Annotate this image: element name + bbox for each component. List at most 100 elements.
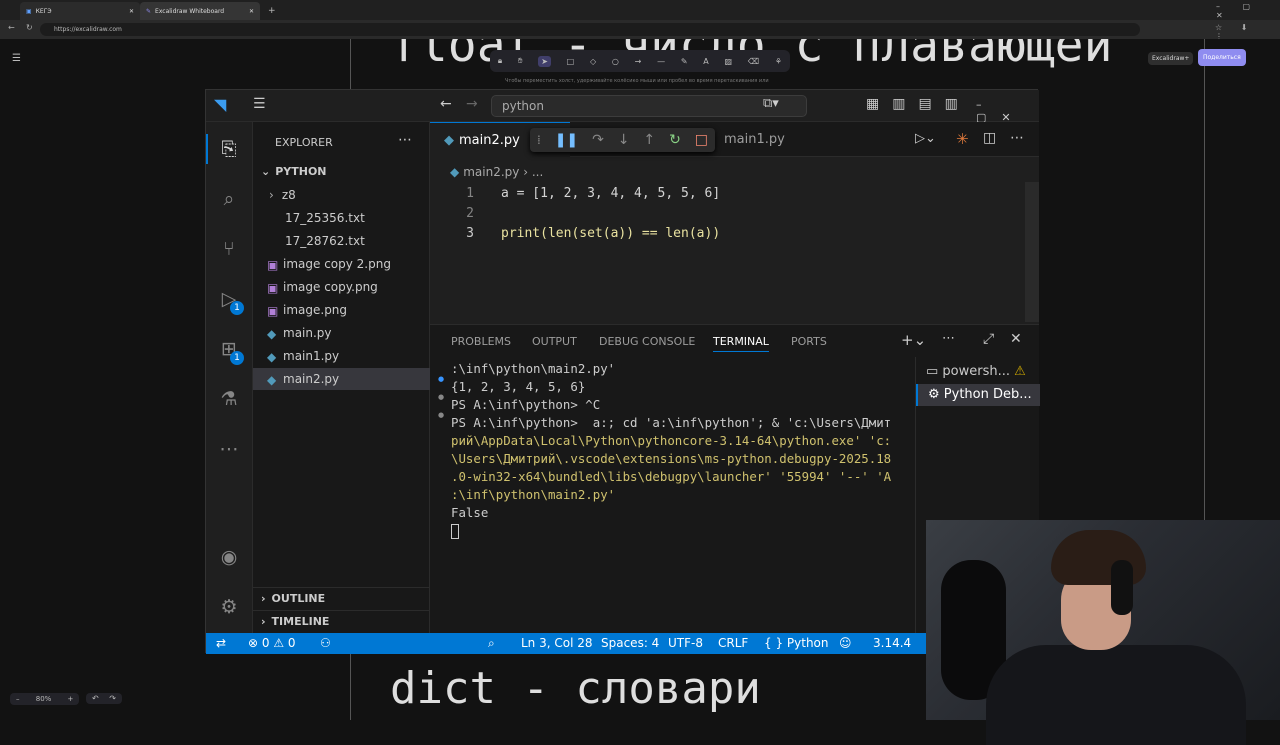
hand-icon[interactable]: ✋︎ — [518, 56, 523, 66]
copilot-spark-icon[interactable]: ✳ — [956, 130, 969, 148]
cursor-position[interactable]: Ln 3, Col 28 — [521, 636, 593, 650]
tab-problems[interactable]: PROBLEMS — [451, 335, 511, 348]
image-icon[interactable]: ▨ — [725, 57, 733, 66]
tree-item-file[interactable]: ▣ image copy 2.png — [253, 253, 430, 275]
pencil-icon[interactable]: ✎ — [681, 57, 688, 66]
tree-item-file[interactable]: ◆ main1.py — [253, 345, 430, 367]
copilot-icon[interactable]: ⧉▾ — [763, 96, 779, 111]
person-body-shape — [986, 645, 1246, 745]
eraser-icon[interactable]: ⌫ — [748, 57, 759, 66]
new-terminal-icon[interactable]: +⌄ — [901, 331, 926, 349]
menu-icon[interactable]: ☰ — [253, 96, 266, 112]
python-version[interactable]: 3.14.4 — [873, 636, 911, 650]
tab-debug-console[interactable]: DEBUG CONSOLE — [599, 335, 695, 348]
stop-icon[interactable]: □ — [695, 132, 708, 148]
breadcrumb-file[interactable]: main2.py — [463, 165, 519, 179]
copilot-status-icon[interactable]: ☺ — [839, 636, 852, 650]
step-out-icon[interactable]: ↑ — [643, 132, 655, 148]
text-icon[interactable]: A — [703, 57, 708, 66]
search-icon[interactable]: ⌕ — [217, 187, 241, 211]
tree-item-file[interactable]: 17_25356.txt — [253, 207, 430, 229]
tree-item-file[interactable]: ◆ main.py — [253, 322, 430, 344]
folder-header[interactable]: ⌄ PYTHON — [253, 161, 430, 183]
outline-section[interactable]: › OUTLINE — [253, 587, 430, 609]
undo-redo-controls[interactable]: ↶ ↷ — [86, 693, 122, 704]
back-icon[interactable]: ← — [8, 23, 15, 32]
new-tab-button[interactable]: + — [262, 2, 282, 20]
url-field[interactable]: https://excalidraw.com — [40, 23, 1140, 36]
tree-item-file[interactable]: ▣ image.png — [253, 299, 430, 321]
drag-handle-icon[interactable]: ⁞ — [537, 133, 541, 147]
debug-status-icon[interactable]: ⚇ — [320, 636, 331, 650]
reload-icon[interactable]: ↻ — [26, 23, 33, 32]
close-tab-icon[interactable]: ✕ — [129, 8, 134, 15]
explorer-icon[interactable]: ⎘ — [217, 137, 241, 161]
explorer-more-icon[interactable]: ⋯ — [398, 132, 412, 148]
back-arrow-icon[interactable]: ← — [440, 96, 452, 112]
timeline-label: TIMELINE — [271, 615, 330, 628]
tree-item-file-selected[interactable]: ◆ main2.py — [253, 368, 430, 390]
command-center-search[interactable]: python — [491, 95, 807, 117]
rectangle-icon[interactable]: □ — [567, 57, 575, 66]
line-icon[interactable]: — — [657, 57, 665, 66]
forward-arrow-icon[interactable]: → — [466, 96, 478, 112]
whiteboard-text-dict[interactable]: dict - словари — [390, 663, 761, 714]
arrow-icon[interactable]: → — [635, 57, 642, 66]
step-into-icon[interactable]: ↓ — [618, 132, 630, 148]
tree-item-file[interactable]: 17_28762.txt — [253, 230, 430, 252]
split-editor-icon[interactable]: ◫ — [983, 130, 996, 146]
close-tab-icon[interactable]: ✕ — [249, 8, 254, 15]
menu-icon[interactable]: ☰ — [12, 53, 21, 64]
encoding[interactable]: UTF-8 — [668, 636, 703, 650]
tab-output[interactable]: OUTPUT — [532, 335, 577, 348]
pause-icon[interactable]: ❚❚ — [555, 132, 578, 148]
zoom-icon[interactable]: ⌕ — [488, 636, 495, 651]
ellipse-icon[interactable]: ○ — [612, 57, 619, 66]
zoom-controls[interactable]: – 80% + — [10, 693, 80, 705]
more-icon[interactable]: ⋯ — [217, 437, 241, 461]
maximize-panel-icon[interactable]: ⤢ — [983, 331, 994, 347]
lock-icon[interactable]: 🔒︎ — [498, 56, 502, 66]
indentation[interactable]: Spaces: 4 — [601, 636, 659, 650]
source-control-icon[interactable]: ⑂ — [217, 237, 241, 261]
terminal-line: \Users\Дмитрий\.vscode\extensions\ms-pyt… — [451, 451, 892, 466]
panel-more-icon[interactable]: ⋯ — [942, 331, 955, 346]
diamond-icon[interactable]: ◇ — [590, 57, 596, 66]
language-mode[interactable]: { } Python — [764, 636, 829, 650]
tab-terminal[interactable]: TERMINAL — [713, 335, 769, 352]
browser-tab-excalidraw[interactable]: ✎ Excalidraw Whiteboard ✕ — [140, 2, 260, 20]
tree-item-folder[interactable]: › z8 — [253, 184, 430, 206]
editor-more-icon[interactable]: ⋯ — [1010, 130, 1024, 146]
line-ending[interactable]: CRLF — [718, 636, 748, 650]
step-over-icon[interactable]: ↷ — [592, 132, 604, 148]
selection-icon[interactable]: ➤ — [538, 55, 551, 67]
tab-ports[interactable]: PORTS — [791, 335, 827, 348]
browser-tab-kege[interactable]: ▣ КЕГЭ ✕ — [20, 2, 140, 20]
editor-scrollbar[interactable] — [1025, 182, 1039, 322]
window-controls[interactable]: – ▢ ✕ — [1210, 2, 1280, 20]
tab-main1[interactable]: main1.py — [710, 122, 785, 157]
canvas-hint: Чтобы переместить холст, удерживайте кол… — [505, 78, 769, 84]
library-icon[interactable]: ⚘ — [775, 57, 782, 66]
remote-icon[interactable]: ⇄ — [216, 636, 226, 650]
tree-item-file[interactable]: ▣ image copy.png — [253, 276, 430, 298]
breadcrumb: ◆ main2.py › ... — [450, 165, 544, 179]
breadcrumb-rest[interactable]: ... — [532, 165, 543, 179]
testing-icon[interactable]: ⚗ — [217, 387, 241, 411]
timeline-section[interactable]: › TIMELINE — [253, 610, 430, 632]
share-button[interactable]: Поделиться — [1198, 49, 1246, 66]
excalidraw-plus-button[interactable]: Excalidraw+ — [1148, 52, 1194, 65]
explorer-title: EXPLORER — [275, 136, 333, 149]
activity-bar: ⎘ ⌕ ⑂ ▷ 1 ⊞ 1 ⚗ ⋯ ◉ ⚙ — [206, 122, 253, 633]
run-file-icon[interactable]: ▷⌄ — [915, 131, 936, 146]
folder-name: PYTHON — [275, 165, 327, 178]
problems-status[interactable]: ⊗ 0 ⚠ 0 — [248, 636, 296, 650]
settings-gear-icon[interactable]: ⚙ — [217, 595, 241, 619]
window-controls[interactable]: –▢✕ — [976, 98, 1039, 124]
terminal-list-item-active[interactable]: ⚙ Python Deb... — [916, 384, 1040, 406]
restart-icon[interactable]: ↻ — [669, 132, 681, 148]
account-icon[interactable]: ◉ — [217, 545, 241, 569]
terminal-list-item[interactable]: ▭ powersh... ⚠ — [916, 361, 1040, 383]
layout-toggle-icons[interactable]: ▦▥▤▥ — [866, 96, 971, 112]
close-panel-icon[interactable]: ✕ — [1010, 331, 1022, 347]
